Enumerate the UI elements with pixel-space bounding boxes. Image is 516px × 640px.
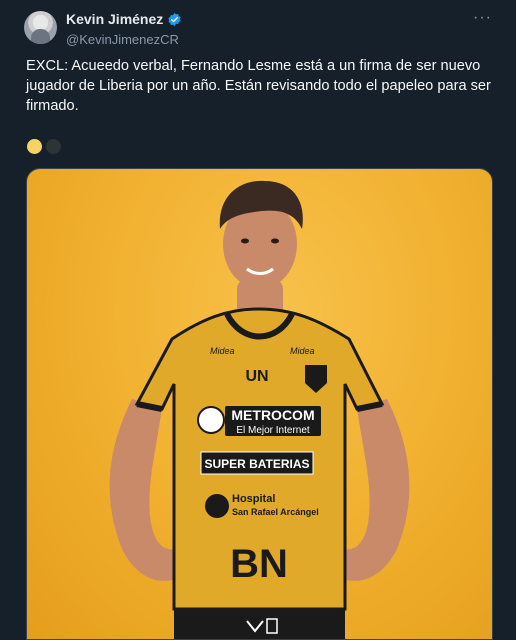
sponsor-3-line2: San Rafael Arcángel	[232, 507, 319, 517]
sponsor-3-line1: Hospital	[232, 493, 275, 505]
name-row: Kevin Jiménez	[66, 11, 182, 28]
jersey-brand-left: Midea	[210, 346, 235, 356]
carousel-indicator	[27, 139, 65, 154]
tweet-header: Kevin Jiménez @KevinJimenezCR	[24, 11, 182, 48]
hospital-logo-icon	[205, 494, 229, 518]
metrocom-logo-icon	[197, 406, 225, 434]
player-illustration: UN Midea Midea METROCOM El Mejor Interne…	[109, 180, 410, 639]
sponsor-2: SUPER BATERIAS	[204, 457, 309, 471]
tweet-card: Kevin Jiménez @KevinJimenezCR ··· EXCL: …	[0, 0, 516, 640]
author-names: Kevin Jiménez @KevinJimenezCR	[66, 11, 182, 48]
tweet-text: EXCL: Acueedo verbal, Fernando Lesme est…	[26, 58, 491, 114]
sponsor-main: METROCOM	[231, 407, 314, 423]
sponsor-4: BN	[230, 542, 288, 586]
author-handle[interactable]: @KevinJimenezCR	[66, 31, 182, 48]
carousel-dot-1[interactable]	[27, 139, 42, 154]
jersey-crest: UN	[245, 368, 268, 385]
carousel-dot-2[interactable]	[46, 139, 61, 154]
tweet-media-photo[interactable]: UN Midea Midea METROCOM El Mejor Interne…	[26, 168, 493, 640]
avatar-figure	[31, 29, 50, 44]
verified-badge-icon	[167, 12, 182, 27]
sponsor-tagline: El Mejor Internet	[236, 425, 310, 436]
more-icon[interactable]: ···	[473, 10, 492, 26]
jersey-brand-right: Midea	[290, 346, 315, 356]
avatar[interactable]	[24, 11, 57, 44]
author-display-name[interactable]: Kevin Jiménez	[66, 11, 163, 28]
